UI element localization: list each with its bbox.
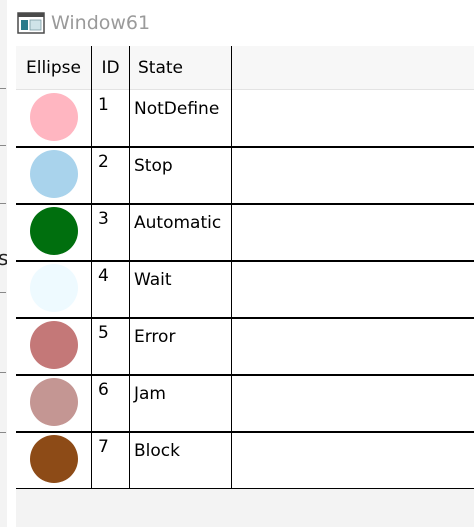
column-header-id[interactable]: ID — [92, 46, 129, 89]
grid-footer-area — [16, 489, 474, 527]
ellipse-cell — [16, 317, 91, 374]
window-title: Window61 — [51, 12, 151, 34]
table-row[interactable]: 2 Stop — [16, 146, 474, 205]
id-cell: 5 — [98, 323, 109, 343]
id-cell: 2 — [98, 152, 109, 172]
ellipse-cell — [16, 146, 91, 203]
table-row[interactable]: 5 Error — [16, 317, 474, 376]
ellipse-cell — [16, 374, 91, 431]
id-cell: 3 — [98, 209, 109, 229]
ellipse-cell — [16, 203, 91, 260]
table-row[interactable]: 3 Automatic — [16, 203, 474, 262]
column-divider — [129, 46, 130, 489]
state-ellipse — [30, 207, 78, 255]
state-ellipse — [30, 378, 78, 426]
state-ellipse — [30, 321, 78, 369]
ellipse-cell — [16, 431, 91, 488]
table-row[interactable]: 1 NotDefine — [16, 89, 474, 148]
state-ellipse — [30, 264, 78, 312]
state-cell: Block — [134, 441, 180, 461]
column-divider — [91, 46, 92, 489]
grid-header: Ellipse ID State — [16, 46, 474, 90]
table-row[interactable]: 7 Block — [16, 431, 474, 490]
data-grid[interactable]: Ellipse ID State 1 NotDefine 2 Stop 3 Automat… — [16, 46, 474, 490]
app-window-icon — [17, 12, 45, 34]
column-header-ellipse[interactable]: Ellipse — [16, 46, 91, 89]
column-header-ellipse-label: Ellipse — [25, 57, 82, 78]
title-bar[interactable]: Window61 — [7, 0, 474, 46]
state-ellipse — [30, 150, 78, 198]
state-ellipse — [30, 435, 78, 483]
ellipse-cell — [16, 89, 91, 146]
ellipse-cell — [16, 260, 91, 317]
column-header-state[interactable]: State — [138, 46, 238, 89]
column-header-id-label: ID — [101, 57, 120, 78]
state-ellipse — [30, 93, 78, 141]
main-window: Window61 Ellipse ID State 1 NotDefine 2 Sto… — [7, 0, 474, 527]
column-header-state-label: State — [138, 57, 183, 78]
table-row[interactable]: 6 Jam — [16, 374, 474, 433]
column-divider — [231, 46, 232, 489]
table-row[interactable]: 4 Wait — [16, 260, 474, 319]
id-cell: 6 — [98, 380, 109, 400]
id-cell: 7 — [98, 437, 109, 457]
id-cell: 4 — [98, 266, 109, 286]
id-cell: 1 — [98, 95, 109, 115]
